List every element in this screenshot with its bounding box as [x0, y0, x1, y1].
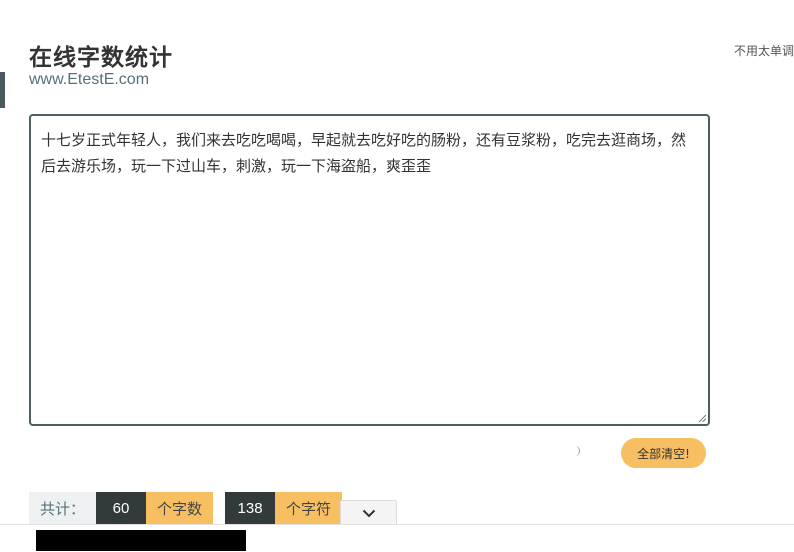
page-title: 在线字数统计: [29, 45, 173, 71]
symbol-count-unit: 个字符: [275, 492, 343, 524]
char-count-unit: 个字数: [146, 492, 214, 524]
resize-grip-icon[interactable]: [698, 414, 707, 423]
symbol-count: 138: [225, 492, 276, 524]
stats-bar: 共计： 60 个字数 138 个字符: [29, 492, 343, 524]
text-input[interactable]: 十七岁正式年轻人，我们来去吃吃喝喝，早起就去吃好吃的肠粉，还有豆浆粉，吃完去逛商…: [31, 116, 708, 424]
side-note: 不用太单调: [734, 44, 794, 58]
total-label: 共计：: [29, 492, 97, 524]
site-url: www.EtestE.com: [29, 71, 150, 88]
clear-all-button[interactable]: 全部清空!: [621, 438, 706, 468]
collapse-button[interactable]: [340, 500, 397, 526]
spinner-icon: [571, 446, 580, 456]
chevron-down-icon: [362, 509, 375, 518]
left-edge-marker: [0, 72, 5, 108]
char-count: 60: [96, 492, 147, 524]
text-input-area: 十七岁正式年轻人，我们来去吃吃喝喝，早起就去吃好吃的肠粉，还有豆浆粉，吃完去逛商…: [29, 114, 710, 426]
bottom-black-block: [36, 530, 246, 551]
